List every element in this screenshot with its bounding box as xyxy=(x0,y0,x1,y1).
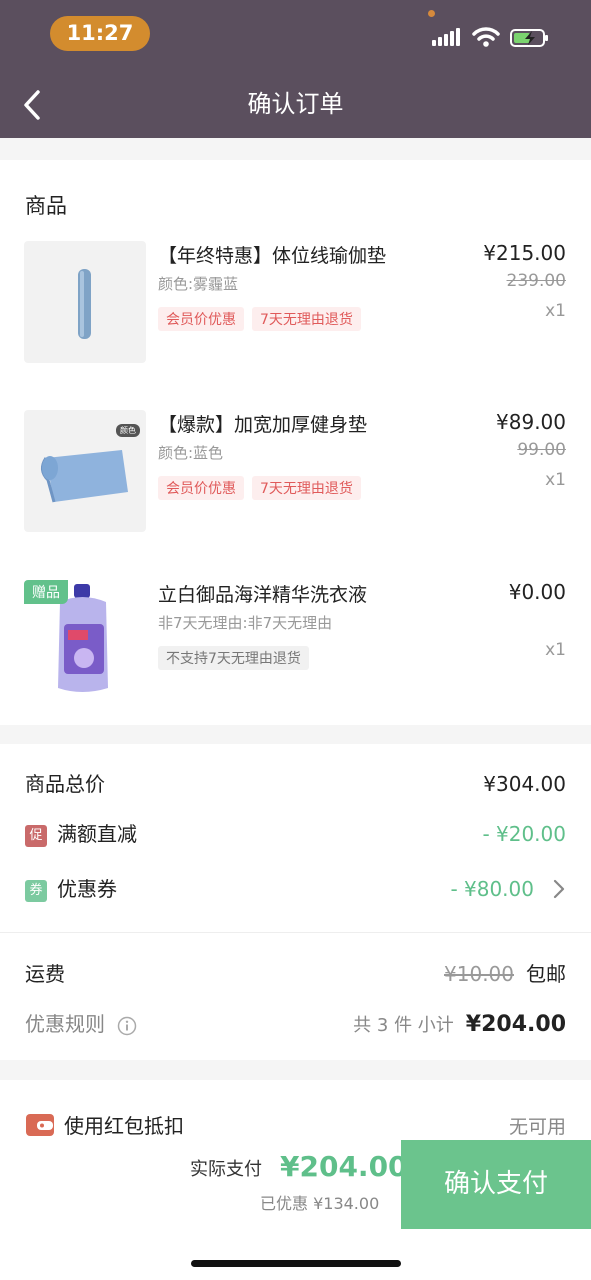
wifi-icon xyxy=(472,27,500,47)
product-thumbnail: 颜色 xyxy=(24,410,146,532)
wallet-icon xyxy=(26,1114,54,1136)
tag-member-price: 会员价优惠 xyxy=(158,307,244,331)
promo-row: 促满额直减 - ¥20.00 xyxy=(25,817,566,851)
gift-badge: 赠品 xyxy=(24,580,68,604)
product-quantity: x1 xyxy=(545,301,566,321)
product-price: ¥0.00 xyxy=(508,580,566,604)
tag-member-price: 会员价优惠 xyxy=(158,476,244,500)
confirm-payment-button[interactable]: 确认支付 xyxy=(401,1140,591,1229)
subtotal-value: ¥204.00 xyxy=(465,1012,566,1037)
product-spec: 非7天无理由:非7天无理由 xyxy=(158,614,333,632)
goods-section-title: 商品 xyxy=(25,194,67,218)
actual-pay-amount: ¥204.00 xyxy=(280,1150,408,1183)
coupon-value: - ¥80.00 xyxy=(450,877,534,901)
total-price-row: 商品总价 ¥304.00 xyxy=(25,767,566,801)
status-time: 11:27 xyxy=(50,16,150,51)
product-original-price: 239.00 xyxy=(506,271,566,291)
product-item[interactable]: 颜色 【爆款】加宽加厚健身垫 颜色:蓝色 会员价优惠 7天无理由退货 ¥89.0… xyxy=(0,410,591,540)
info-icon[interactable] xyxy=(117,1016,137,1036)
battery-icon xyxy=(510,29,548,47)
total-price-value: ¥304.00 xyxy=(483,772,566,796)
product-name: 立白御品海洋精华洗衣液 xyxy=(158,584,368,606)
product-name: 【爆款】加宽加厚健身垫 xyxy=(158,414,368,436)
actual-pay-label: 实际支付 xyxy=(190,1159,262,1180)
product-quantity: x1 xyxy=(545,640,566,660)
product-original-price: 99.00 xyxy=(517,440,566,460)
product-price: ¥215.00 xyxy=(483,241,566,265)
discount-rules-label[interactable]: 优惠规则 xyxy=(25,1012,105,1036)
redpacket-label: 使用红包抵扣 xyxy=(64,1114,184,1138)
promo-label: 满额直减 xyxy=(57,822,137,846)
free-shipping-text: 包邮 xyxy=(526,962,566,986)
tag-no-return: 不支持7天无理由退货 xyxy=(158,646,309,670)
product-thumbnail xyxy=(24,241,146,363)
promo-icon: 促 xyxy=(25,824,47,847)
coupon-label: 优惠券 xyxy=(57,877,117,901)
tag-return-policy: 7天无理由退货 xyxy=(252,476,361,500)
product-spec: 颜色:蓝色 xyxy=(158,444,224,462)
home-indicator xyxy=(191,1260,401,1267)
item-count-text: 共 3 件 小计 xyxy=(353,1015,454,1036)
app-header: 11:27 确认订单 xyxy=(0,0,591,138)
coupon-row[interactable]: 券优惠券 - ¥80.00 xyxy=(25,872,566,906)
product-quantity: x1 xyxy=(545,470,566,490)
promo-value: - ¥20.00 xyxy=(482,822,566,846)
product-item[interactable]: 【年终特惠】体位线瑜伽垫 颜色:雾霾蓝 会员价优惠 7天无理由退货 ¥215.0… xyxy=(0,241,591,371)
page-title: 确认订单 xyxy=(247,90,344,118)
divider xyxy=(0,932,591,933)
shipping-label: 运费 xyxy=(25,962,65,986)
coupon-icon: 券 xyxy=(25,879,47,902)
rules-row: 优惠规则 共 3 件 小计 ¥204.00 xyxy=(25,1007,566,1041)
chevron-right-icon[interactable] xyxy=(552,878,566,900)
product-price: ¥89.00 xyxy=(496,410,566,434)
saved-amount-text: 已优惠 ¥134.00 xyxy=(260,1194,380,1213)
privacy-indicator-dot xyxy=(428,10,435,17)
product-name: 【年终特惠】体位线瑜伽垫 xyxy=(158,245,387,267)
product-item[interactable]: 赠品 立白御品海洋精华洗衣液 非7天无理由:非7天无理由 不支持7天无理由退货 … xyxy=(0,580,591,710)
shipping-row: 运费 ¥10.00 包邮 xyxy=(25,957,566,991)
shipping-original-fee: ¥10.00 xyxy=(444,962,514,986)
total-price-label: 商品总价 xyxy=(25,772,105,796)
thumb-color-badge: 颜色 xyxy=(116,424,140,437)
product-spec: 颜色:雾霾蓝 xyxy=(158,275,239,293)
yoga-mat-roll-image xyxy=(78,269,91,339)
signal-icon xyxy=(432,28,460,46)
tag-return-policy: 7天无理由退货 xyxy=(252,307,361,331)
redpacket-value: 无可用 xyxy=(508,1116,566,1138)
